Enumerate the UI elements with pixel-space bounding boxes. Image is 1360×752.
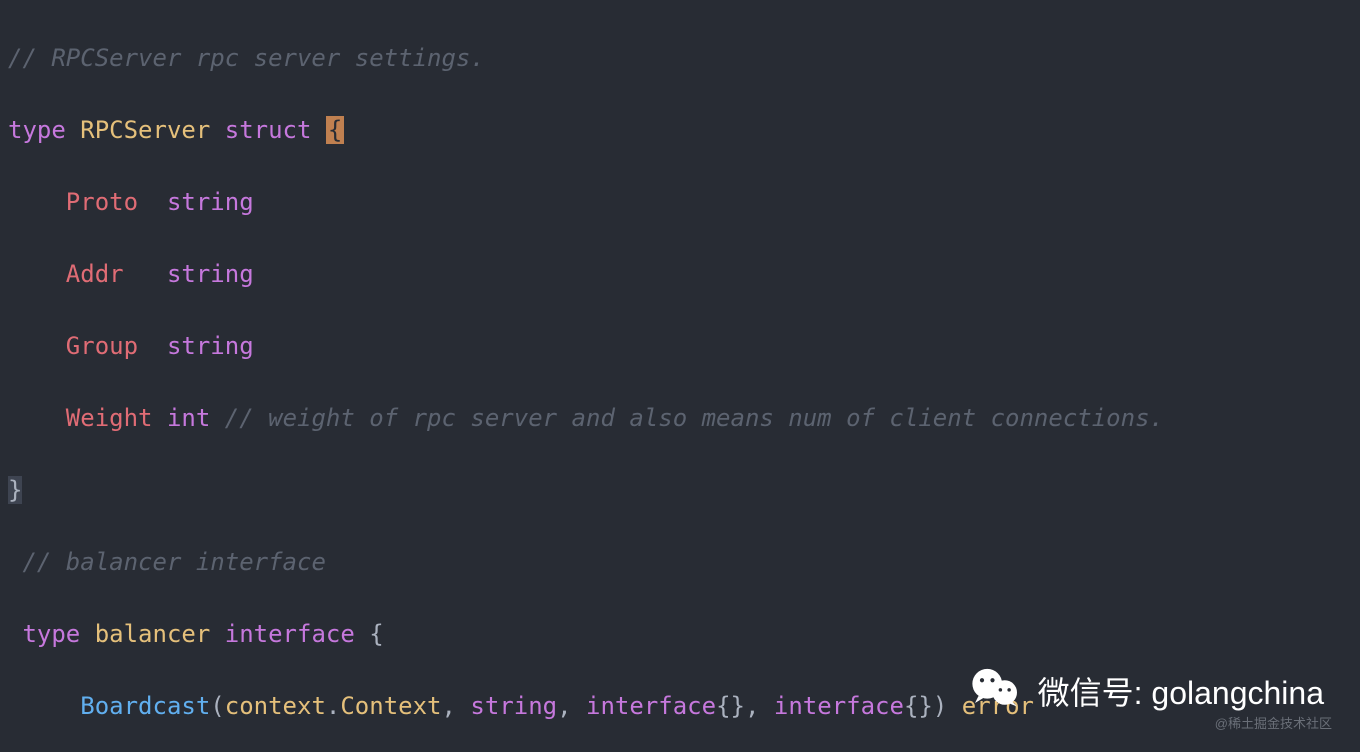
code-line: Addr string: [8, 256, 1348, 292]
matched-brace: {: [326, 116, 344, 144]
code-line: // balancer interface: [8, 544, 1348, 580]
field-name: Weight: [66, 404, 153, 432]
code-line: // RPCServer rpc server settings.: [8, 40, 1348, 76]
field-type: int: [167, 404, 210, 432]
code-comment: // balancer interface: [22, 548, 325, 576]
field-name: Proto: [66, 188, 138, 216]
keyword: type: [22, 620, 80, 648]
code-line: }: [8, 472, 1348, 508]
field-type: string: [167, 188, 254, 216]
keyword: type: [8, 116, 66, 144]
open-brace: {: [369, 620, 383, 648]
keyword: struct: [225, 116, 312, 144]
field-type: string: [167, 332, 254, 360]
code-editor[interactable]: // RPCServer rpc server settings. type R…: [0, 0, 1360, 752]
code-line: type balancer interface {: [8, 616, 1348, 652]
type-name: RPCServer: [80, 116, 210, 144]
code-line: type RPCServer struct {: [8, 112, 1348, 148]
field-type: string: [167, 260, 254, 288]
method-name: Boardcast: [80, 692, 210, 720]
field-name: Addr: [66, 260, 124, 288]
code-line: Proto string: [8, 184, 1348, 220]
type-name: balancer: [95, 620, 211, 648]
code-line: Group string: [8, 328, 1348, 364]
keyword: interface: [225, 620, 355, 648]
code-comment: // RPCServer rpc server settings.: [8, 44, 485, 72]
wechat-icon: [968, 661, 1024, 724]
code-comment: // weight of rpc server and also means n…: [225, 404, 1164, 432]
community-watermark: @稀土掘金技术社区: [1215, 706, 1332, 742]
close-brace: }: [8, 476, 22, 504]
code-line: Weight int // weight of rpc server and a…: [8, 400, 1348, 436]
field-name: Group: [66, 332, 138, 360]
